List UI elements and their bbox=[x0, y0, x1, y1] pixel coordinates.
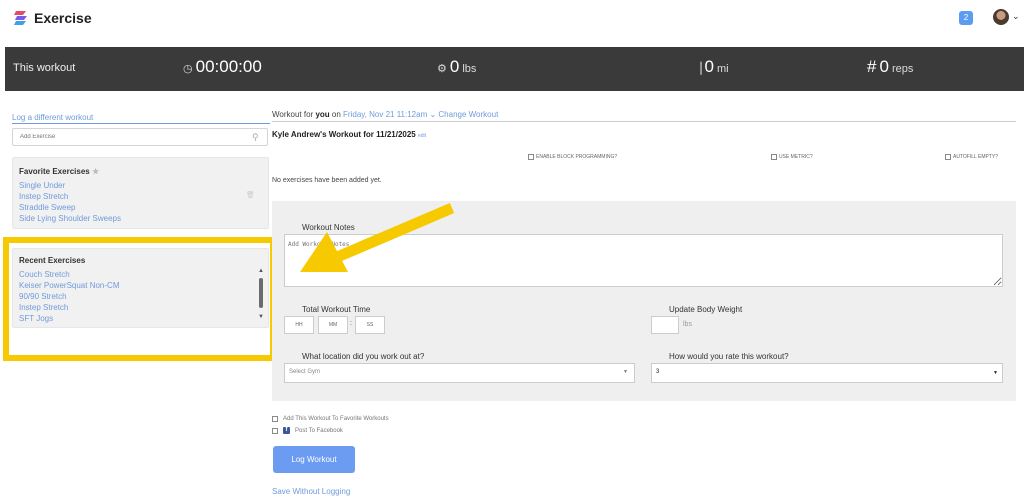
highlight-box bbox=[3, 237, 276, 361]
favorite-exercise-item[interactable]: Single Under bbox=[19, 181, 65, 190]
reps-prefix: # bbox=[867, 57, 877, 76]
reps-value: 0 bbox=[879, 57, 889, 76]
log-different-workout-link[interactable]: Log a different workout bbox=[12, 113, 93, 122]
distance-stat: ▕ 0 mi bbox=[693, 57, 729, 77]
log-workout-button[interactable]: Log Workout bbox=[273, 446, 355, 473]
minutes-input[interactable]: MM bbox=[318, 316, 348, 334]
block-programming-checkbox[interactable] bbox=[528, 154, 534, 160]
reps-unit: reps bbox=[891, 63, 914, 75]
app-title: Exercise bbox=[34, 10, 92, 26]
stats-bar: This workout ◷ 00:00:00 ⚙ 0 lbs ▕ 0 mi #… bbox=[5, 47, 1024, 91]
avatar[interactable] bbox=[993, 9, 1009, 25]
use-metric-checkbox[interactable] bbox=[771, 154, 777, 160]
favorite-workout-checkbox[interactable] bbox=[272, 416, 278, 422]
weight-stat: ⚙ 0 lbs bbox=[437, 57, 476, 77]
app-logo[interactable]: Exercise bbox=[14, 10, 92, 26]
total-time-label: Total Workout Time bbox=[302, 305, 371, 314]
workout-header: Workout for you on Friday, Nov 21 11:12a… bbox=[272, 110, 499, 119]
distance-value: 0 bbox=[704, 57, 714, 76]
workout-title: Kyle Andrew's Workout for 11/21/2025 edi… bbox=[272, 130, 427, 139]
rating-select[interactable]: 3 bbox=[651, 363, 1003, 383]
favorite-exercise-item[interactable]: Instep Stretch bbox=[19, 192, 68, 201]
shoe-icon: ▕ bbox=[693, 63, 702, 75]
body-weight-label: Update Body Weight bbox=[669, 305, 743, 314]
time-stat: ◷ 00:00:00 bbox=[183, 57, 262, 77]
search-icon[interactable]: ⚲ bbox=[252, 132, 259, 143]
reps-stat: # 0 reps bbox=[867, 57, 913, 77]
edit-title-link[interactable]: edit bbox=[418, 133, 426, 139]
trash-icon[interactable]: 🗑 bbox=[246, 191, 255, 199]
body-weight-unit: lbs bbox=[683, 321, 692, 328]
workout-notes-input[interactable] bbox=[284, 234, 1003, 287]
hours-input[interactable]: HH bbox=[284, 316, 314, 334]
favorite-exercise-item[interactable]: Straddle Sweep bbox=[19, 203, 75, 212]
distance-unit: mi bbox=[716, 63, 729, 75]
time-value: 00:00:00 bbox=[195, 57, 262, 76]
use-metric-option[interactable]: USE METRIC? bbox=[771, 154, 813, 160]
divider bbox=[12, 123, 270, 124]
favorite-exercises-title: Favorite Exercises ★ bbox=[19, 167, 100, 176]
save-without-logging-link[interactable]: Save Without Logging bbox=[272, 487, 350, 496]
seconds-input[interactable]: SS bbox=[355, 316, 385, 334]
top-bar: Exercise 2 ⌄ bbox=[0, 0, 1024, 38]
notification-badge[interactable]: 2 bbox=[959, 11, 973, 25]
favorite-exercises-panel: Favorite Exercises ★ Single Under Instep… bbox=[12, 157, 269, 229]
location-label: What location did you work out at? bbox=[302, 352, 425, 361]
facebook-option[interactable]: f Post To Facebook bbox=[272, 427, 343, 434]
weight-unit: lbs bbox=[462, 63, 477, 75]
rating-label: How would you rate this workout? bbox=[669, 352, 789, 361]
autofill-empty-checkbox[interactable] bbox=[945, 154, 951, 160]
facebook-icon: f bbox=[283, 427, 290, 434]
workout-notes-label: Workout Notes bbox=[302, 223, 355, 232]
autofill-empty-option[interactable]: AUTOFILL EMPTY? bbox=[945, 154, 998, 160]
add-exercise-input[interactable] bbox=[12, 128, 268, 146]
body-weight-input[interactable] bbox=[651, 316, 679, 334]
time-separator: : bbox=[350, 320, 352, 327]
workout-date-link[interactable]: Friday, Nov 21 11:12am bbox=[343, 110, 427, 119]
chevron-down-icon[interactable]: ▼ bbox=[993, 370, 998, 376]
no-exercises-message: No exercises have been added yet. bbox=[272, 177, 382, 184]
divider bbox=[272, 121, 1016, 122]
change-workout-link[interactable]: Change Workout bbox=[438, 110, 498, 119]
stopwatch-icon: ◷ bbox=[183, 63, 193, 75]
this-workout-label: This workout bbox=[13, 62, 76, 74]
facebook-checkbox[interactable] bbox=[272, 427, 278, 434]
block-programming-option[interactable]: ENABLE BLOCK PROGRAMMING? bbox=[528, 154, 617, 160]
star-icon: ★ bbox=[91, 167, 100, 176]
gym-select[interactable]: Select Gym bbox=[284, 363, 635, 383]
favorite-workout-option[interactable]: Add This Workout To Favorite Workouts bbox=[272, 416, 389, 422]
favorite-exercise-item[interactable]: Side Lying Shoulder Sweeps bbox=[19, 214, 121, 223]
weight-value: 0 bbox=[449, 57, 460, 76]
chevron-down-icon[interactable]: ▼ bbox=[623, 369, 628, 375]
chevron-down-icon[interactable]: ⌄ bbox=[1012, 11, 1020, 22]
logo-icon bbox=[14, 11, 27, 25]
weight-icon: ⚙ bbox=[437, 63, 447, 75]
